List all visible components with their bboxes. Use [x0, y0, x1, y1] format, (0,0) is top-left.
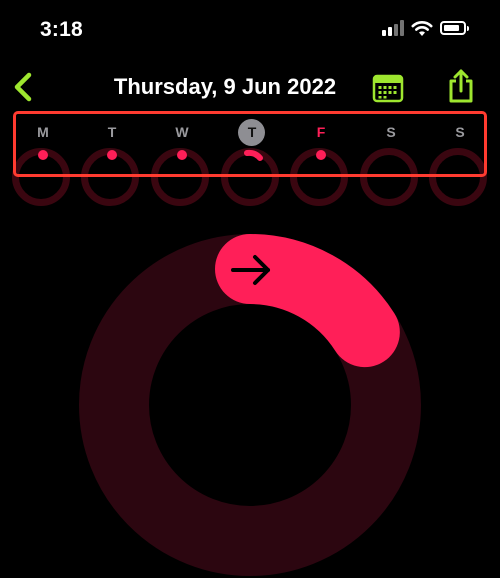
day-label: T: [237, 119, 267, 146]
status-time: 3:18: [40, 18, 83, 41]
day-label: M: [37, 124, 49, 140]
activity-dot: [177, 150, 187, 160]
share-icon: [449, 69, 473, 103]
activity-dot: [316, 150, 326, 160]
day-5[interactable]: S: [376, 120, 406, 170]
status-icons: [382, 20, 469, 40]
calendar-icon: [372, 74, 404, 103]
move-ring-progress: [215, 234, 400, 368]
day-4[interactable]: F: [306, 120, 336, 170]
navigation-bar: Thursday, 9 Jun 2022: [0, 62, 500, 114]
battery-icon: [440, 21, 469, 35]
calendar-button[interactable]: [372, 72, 404, 104]
day-label: S: [386, 124, 396, 140]
day-6[interactable]: S: [445, 120, 475, 170]
share-button[interactable]: [445, 68, 477, 104]
day-0[interactable]: M: [28, 120, 58, 170]
move-ring: [79, 234, 421, 576]
activity-dot: [38, 150, 48, 160]
day-label: F: [316, 124, 326, 140]
week-days: MTWTFSS: [16, 114, 484, 174]
activity-arc: [244, 149, 263, 161]
activity-dot: [107, 150, 117, 160]
day-2[interactable]: W: [167, 120, 197, 170]
wifi-icon: [411, 21, 433, 36]
day-label: W: [175, 124, 189, 140]
day-3[interactable]: T: [237, 119, 267, 170]
back-button[interactable]: [8, 70, 40, 104]
chevron-left-icon: [14, 72, 32, 102]
week-day-selector: MTWTFSS: [13, 111, 487, 177]
day-label: T: [107, 124, 117, 140]
page-title: Thursday, 9 Jun 2022: [113, 74, 337, 99]
cellular-signal-icon: [382, 20, 404, 36]
day-label: S: [455, 124, 465, 140]
status-bar: 3:18: [0, 0, 500, 62]
day-1[interactable]: T: [97, 120, 127, 170]
